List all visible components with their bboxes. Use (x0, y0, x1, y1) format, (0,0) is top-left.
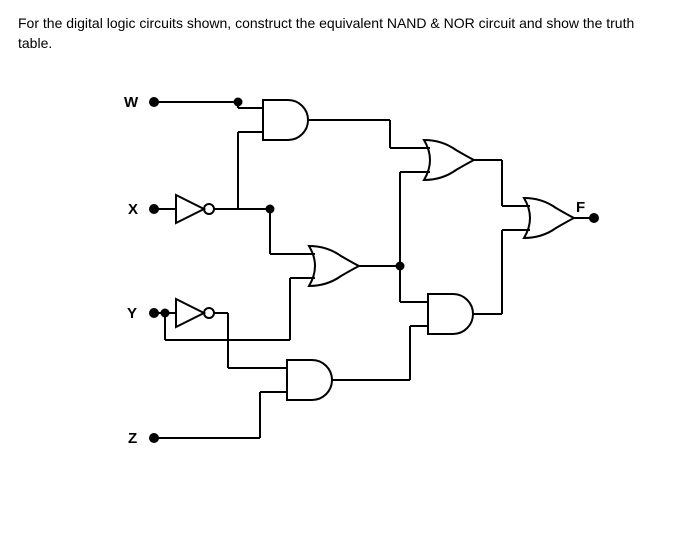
circuit-svg (60, 70, 620, 530)
and-g3-gate-icon (287, 360, 332, 400)
or-g2-gate-icon (309, 246, 359, 286)
not-x-gate-icon (176, 195, 214, 223)
input-label-w: W (124, 94, 138, 111)
or-g4-gate-icon (424, 140, 474, 180)
question-text: For the digital logic circuits shown, co… (18, 14, 653, 53)
input-label-z: Z (128, 430, 137, 447)
page: For the digital logic circuits shown, co… (0, 0, 683, 550)
and-g5-gate-icon (428, 294, 473, 334)
output-label-f: F (576, 199, 585, 216)
or-f-gate-icon (524, 198, 574, 238)
input-label-y: Y (127, 305, 137, 322)
input-label-x: X (128, 201, 138, 218)
circuit-diagram: W X Y Z F (60, 70, 620, 530)
not-y-gate-icon (176, 299, 214, 327)
and-g1-gate-icon (263, 100, 308, 140)
